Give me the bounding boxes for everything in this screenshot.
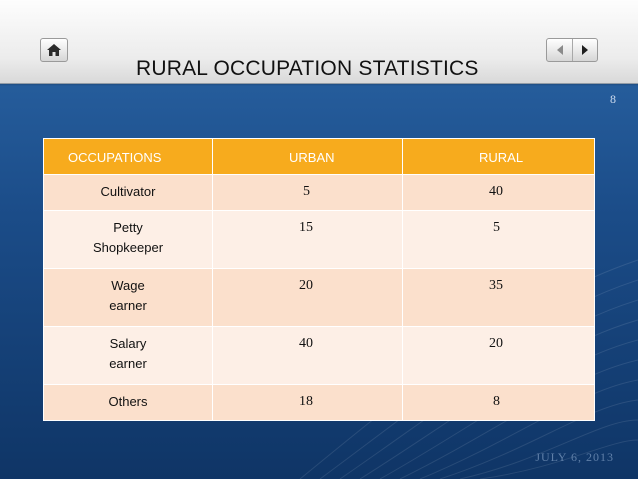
slide: RURAL OCCUPATION STATISTICS 8 OCCUPATION… <box>0 0 638 479</box>
urban-cell: 18 <box>212 384 403 421</box>
table-row: Wage earner 20 35 <box>43 268 595 327</box>
slide-title: RURAL OCCUPATION STATISTICS <box>136 57 479 80</box>
table-row: Others 18 8 <box>43 384 595 421</box>
urban-cell: 20 <box>212 268 403 327</box>
rural-cell: 40 <box>402 174 595 211</box>
occupation-line: Petty <box>113 220 143 235</box>
urban-cell: 15 <box>212 210 403 269</box>
table-row: Cultivator 5 40 <box>43 174 595 211</box>
occupation-line: Cultivator <box>100 184 156 199</box>
table-row: Petty Shopkeeper 15 5 <box>43 210 595 269</box>
rural-cell: 20 <box>402 326 595 385</box>
footer-date: JULY 6, 2013 <box>535 450 614 464</box>
header-occupations: OCCUPATIONS <box>43 138 213 175</box>
table-header-row: OCCUPATIONS URBAN RURAL <box>43 138 595 175</box>
page-number: 8 <box>610 92 616 106</box>
header-urban: URBAN <box>212 138 403 175</box>
urban-cell: 40 <box>212 326 403 385</box>
occupation-line: earner <box>109 298 147 313</box>
occupation-cell: Salary earner <box>43 326 213 385</box>
occupation-cell: Others <box>43 384 213 421</box>
occupation-cell: Cultivator <box>43 174 213 211</box>
table-row: Salary earner 40 20 <box>43 326 595 385</box>
rural-cell: 8 <box>402 384 595 421</box>
previous-slide-button[interactable] <box>547 39 572 61</box>
urban-cell: 5 <box>212 174 403 211</box>
occupation-line: Others <box>108 394 148 409</box>
triangle-right-icon <box>582 45 588 55</box>
occupation-line: earner <box>109 356 147 371</box>
occupation-line: Salary <box>109 336 147 351</box>
occupation-line: Shopkeeper <box>92 240 164 255</box>
next-slide-button[interactable] <box>572 39 597 61</box>
home-button[interactable] <box>40 38 68 62</box>
home-icon <box>47 44 61 56</box>
header-rural: RURAL <box>402 138 595 175</box>
rural-cell: 5 <box>402 210 595 269</box>
occupation-table: OCCUPATIONS URBAN RURAL Cultivator 5 40 … <box>43 138 595 421</box>
occupation-cell: Wage earner <box>43 268 213 327</box>
rural-cell: 35 <box>402 268 595 327</box>
occupation-cell: Petty Shopkeeper <box>43 210 213 269</box>
occupation-line: Wage <box>111 278 145 293</box>
slide-pager <box>546 38 598 62</box>
triangle-left-icon <box>556 45 563 55</box>
